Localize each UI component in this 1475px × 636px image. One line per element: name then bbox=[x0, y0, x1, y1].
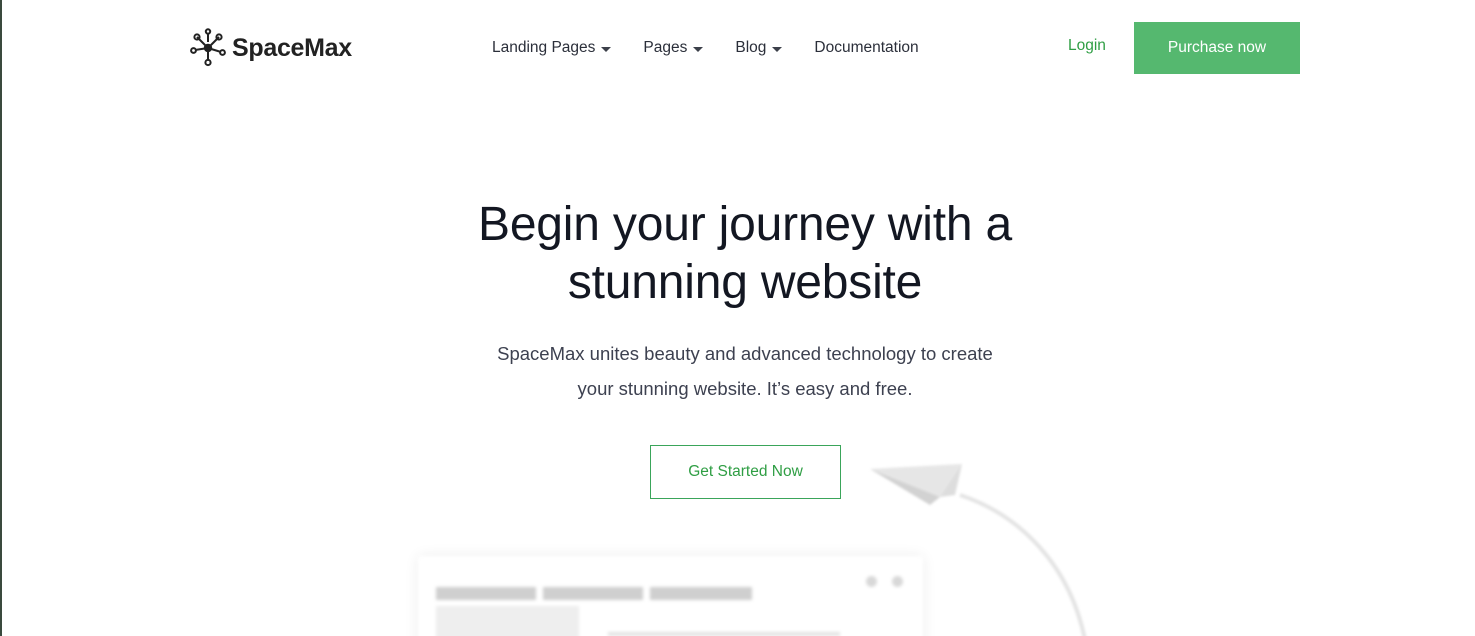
hero-title-line: stunning website bbox=[567, 256, 923, 309]
hero-title-line: Begin your journey with a bbox=[478, 198, 1012, 251]
nav-item-label: Documentation bbox=[814, 39, 919, 56]
page: SpaceMax Landing Pages Pages Blog Docume… bbox=[0, 0, 1475, 636]
mockup-dot bbox=[866, 576, 877, 587]
hero-title: Begin your journey with a stunning websi… bbox=[395, 196, 1095, 312]
get-started-button[interactable]: Get Started Now bbox=[650, 445, 841, 499]
nav-item-label: Blog bbox=[735, 39, 767, 56]
hero-subtitle: SpaceMax unites beauty and advanced tech… bbox=[470, 336, 1020, 406]
mockup-dot bbox=[892, 576, 903, 587]
mockup-panel bbox=[436, 606, 579, 636]
nav-item-label: Pages bbox=[643, 39, 688, 56]
hero-subtitle-line: your stunning website. It’s easy and fre… bbox=[577, 378, 913, 399]
purchase-button[interactable]: Purchase now bbox=[1134, 22, 1300, 74]
caret-down-icon bbox=[693, 46, 704, 52]
network-nodes-icon bbox=[190, 28, 226, 68]
nav-item-documentation[interactable]: Documentation bbox=[814, 39, 918, 57]
mockup-placeholder-bar bbox=[650, 587, 752, 600]
caret-down-icon bbox=[772, 46, 783, 52]
brand-logo[interactable]: SpaceMax bbox=[190, 28, 352, 68]
login-link[interactable]: Login bbox=[1068, 37, 1106, 55]
mockup-placeholder-bar bbox=[543, 587, 643, 600]
nav-item-label: Landing Pages bbox=[492, 39, 596, 56]
caret-down-icon bbox=[601, 46, 612, 52]
nav-item-blog[interactable]: Blog bbox=[735, 39, 783, 57]
nav-item-landing-pages[interactable]: Landing Pages bbox=[492, 39, 612, 57]
window-edge bbox=[0, 0, 2, 636]
main-nav: Landing Pages Pages Blog Documentation bbox=[492, 36, 919, 60]
mockup-placeholder-bar bbox=[436, 587, 536, 600]
mockup-line bbox=[608, 632, 840, 636]
brand-name: SpaceMax bbox=[232, 33, 352, 62]
hero-subtitle-line: SpaceMax unites beauty and advanced tech… bbox=[497, 343, 993, 364]
nav-item-pages[interactable]: Pages bbox=[643, 39, 704, 57]
site-preview-mockup bbox=[418, 556, 923, 636]
